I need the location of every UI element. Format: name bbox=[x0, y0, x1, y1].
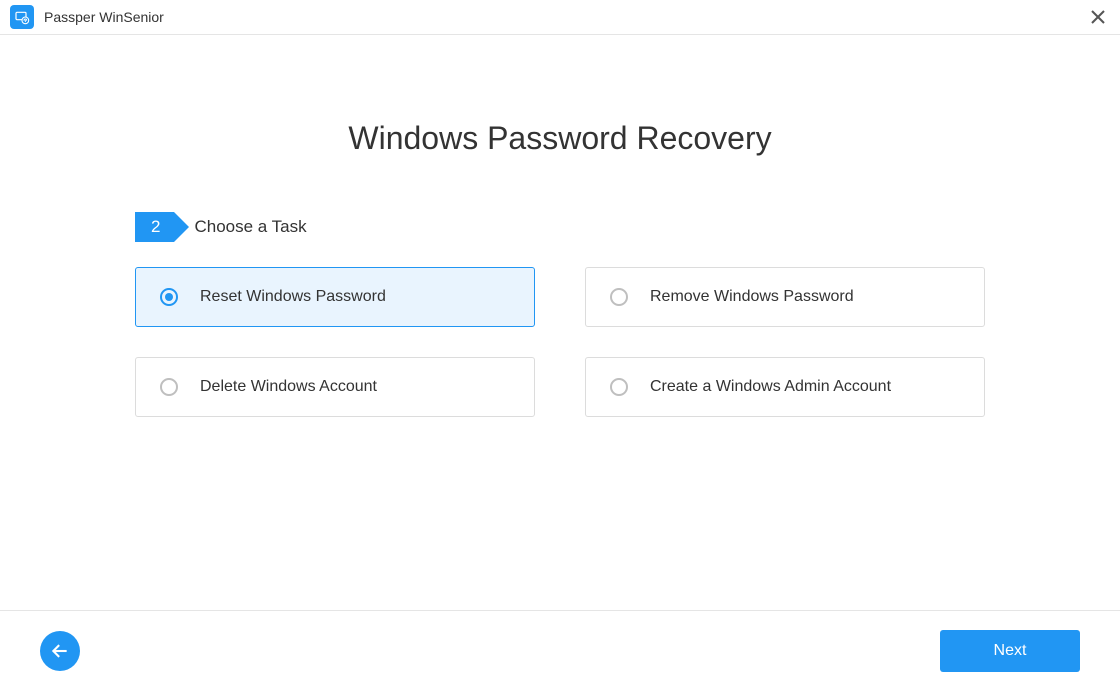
app-logo-icon bbox=[10, 5, 34, 29]
step-number-badge: 2 bbox=[135, 212, 174, 242]
page-title: Windows Password Recovery bbox=[0, 120, 1120, 157]
radio-icon bbox=[610, 378, 628, 396]
option-label: Reset Windows Password bbox=[200, 288, 386, 306]
step-label: Choose a Task bbox=[194, 217, 306, 237]
step-header: 2 Choose a Task bbox=[135, 212, 985, 242]
content-area: 2 Choose a Task Reset Windows Password R… bbox=[135, 212, 985, 417]
footer-bar: Next bbox=[0, 610, 1120, 690]
option-reset-password[interactable]: Reset Windows Password bbox=[135, 267, 535, 327]
next-button-label: Next bbox=[994, 642, 1027, 660]
close-button[interactable] bbox=[1088, 7, 1108, 27]
close-icon bbox=[1091, 10, 1105, 24]
option-label: Create a Windows Admin Account bbox=[650, 378, 891, 396]
radio-icon bbox=[160, 288, 178, 306]
title-bar: Passper WinSenior bbox=[0, 0, 1120, 35]
option-create-admin[interactable]: Create a Windows Admin Account bbox=[585, 357, 985, 417]
arrow-left-icon bbox=[50, 641, 70, 661]
back-button[interactable] bbox=[40, 631, 80, 671]
app-title: Passper WinSenior bbox=[44, 9, 164, 25]
next-button[interactable]: Next bbox=[940, 630, 1080, 672]
task-options: Reset Windows Password Remove Windows Pa… bbox=[135, 267, 985, 417]
option-label: Delete Windows Account bbox=[200, 378, 377, 396]
option-remove-password[interactable]: Remove Windows Password bbox=[585, 267, 985, 327]
option-label: Remove Windows Password bbox=[650, 288, 854, 306]
radio-icon bbox=[160, 378, 178, 396]
radio-icon bbox=[610, 288, 628, 306]
option-delete-account[interactable]: Delete Windows Account bbox=[135, 357, 535, 417]
main-content: Windows Password Recovery 2 Choose a Tas… bbox=[0, 35, 1120, 417]
